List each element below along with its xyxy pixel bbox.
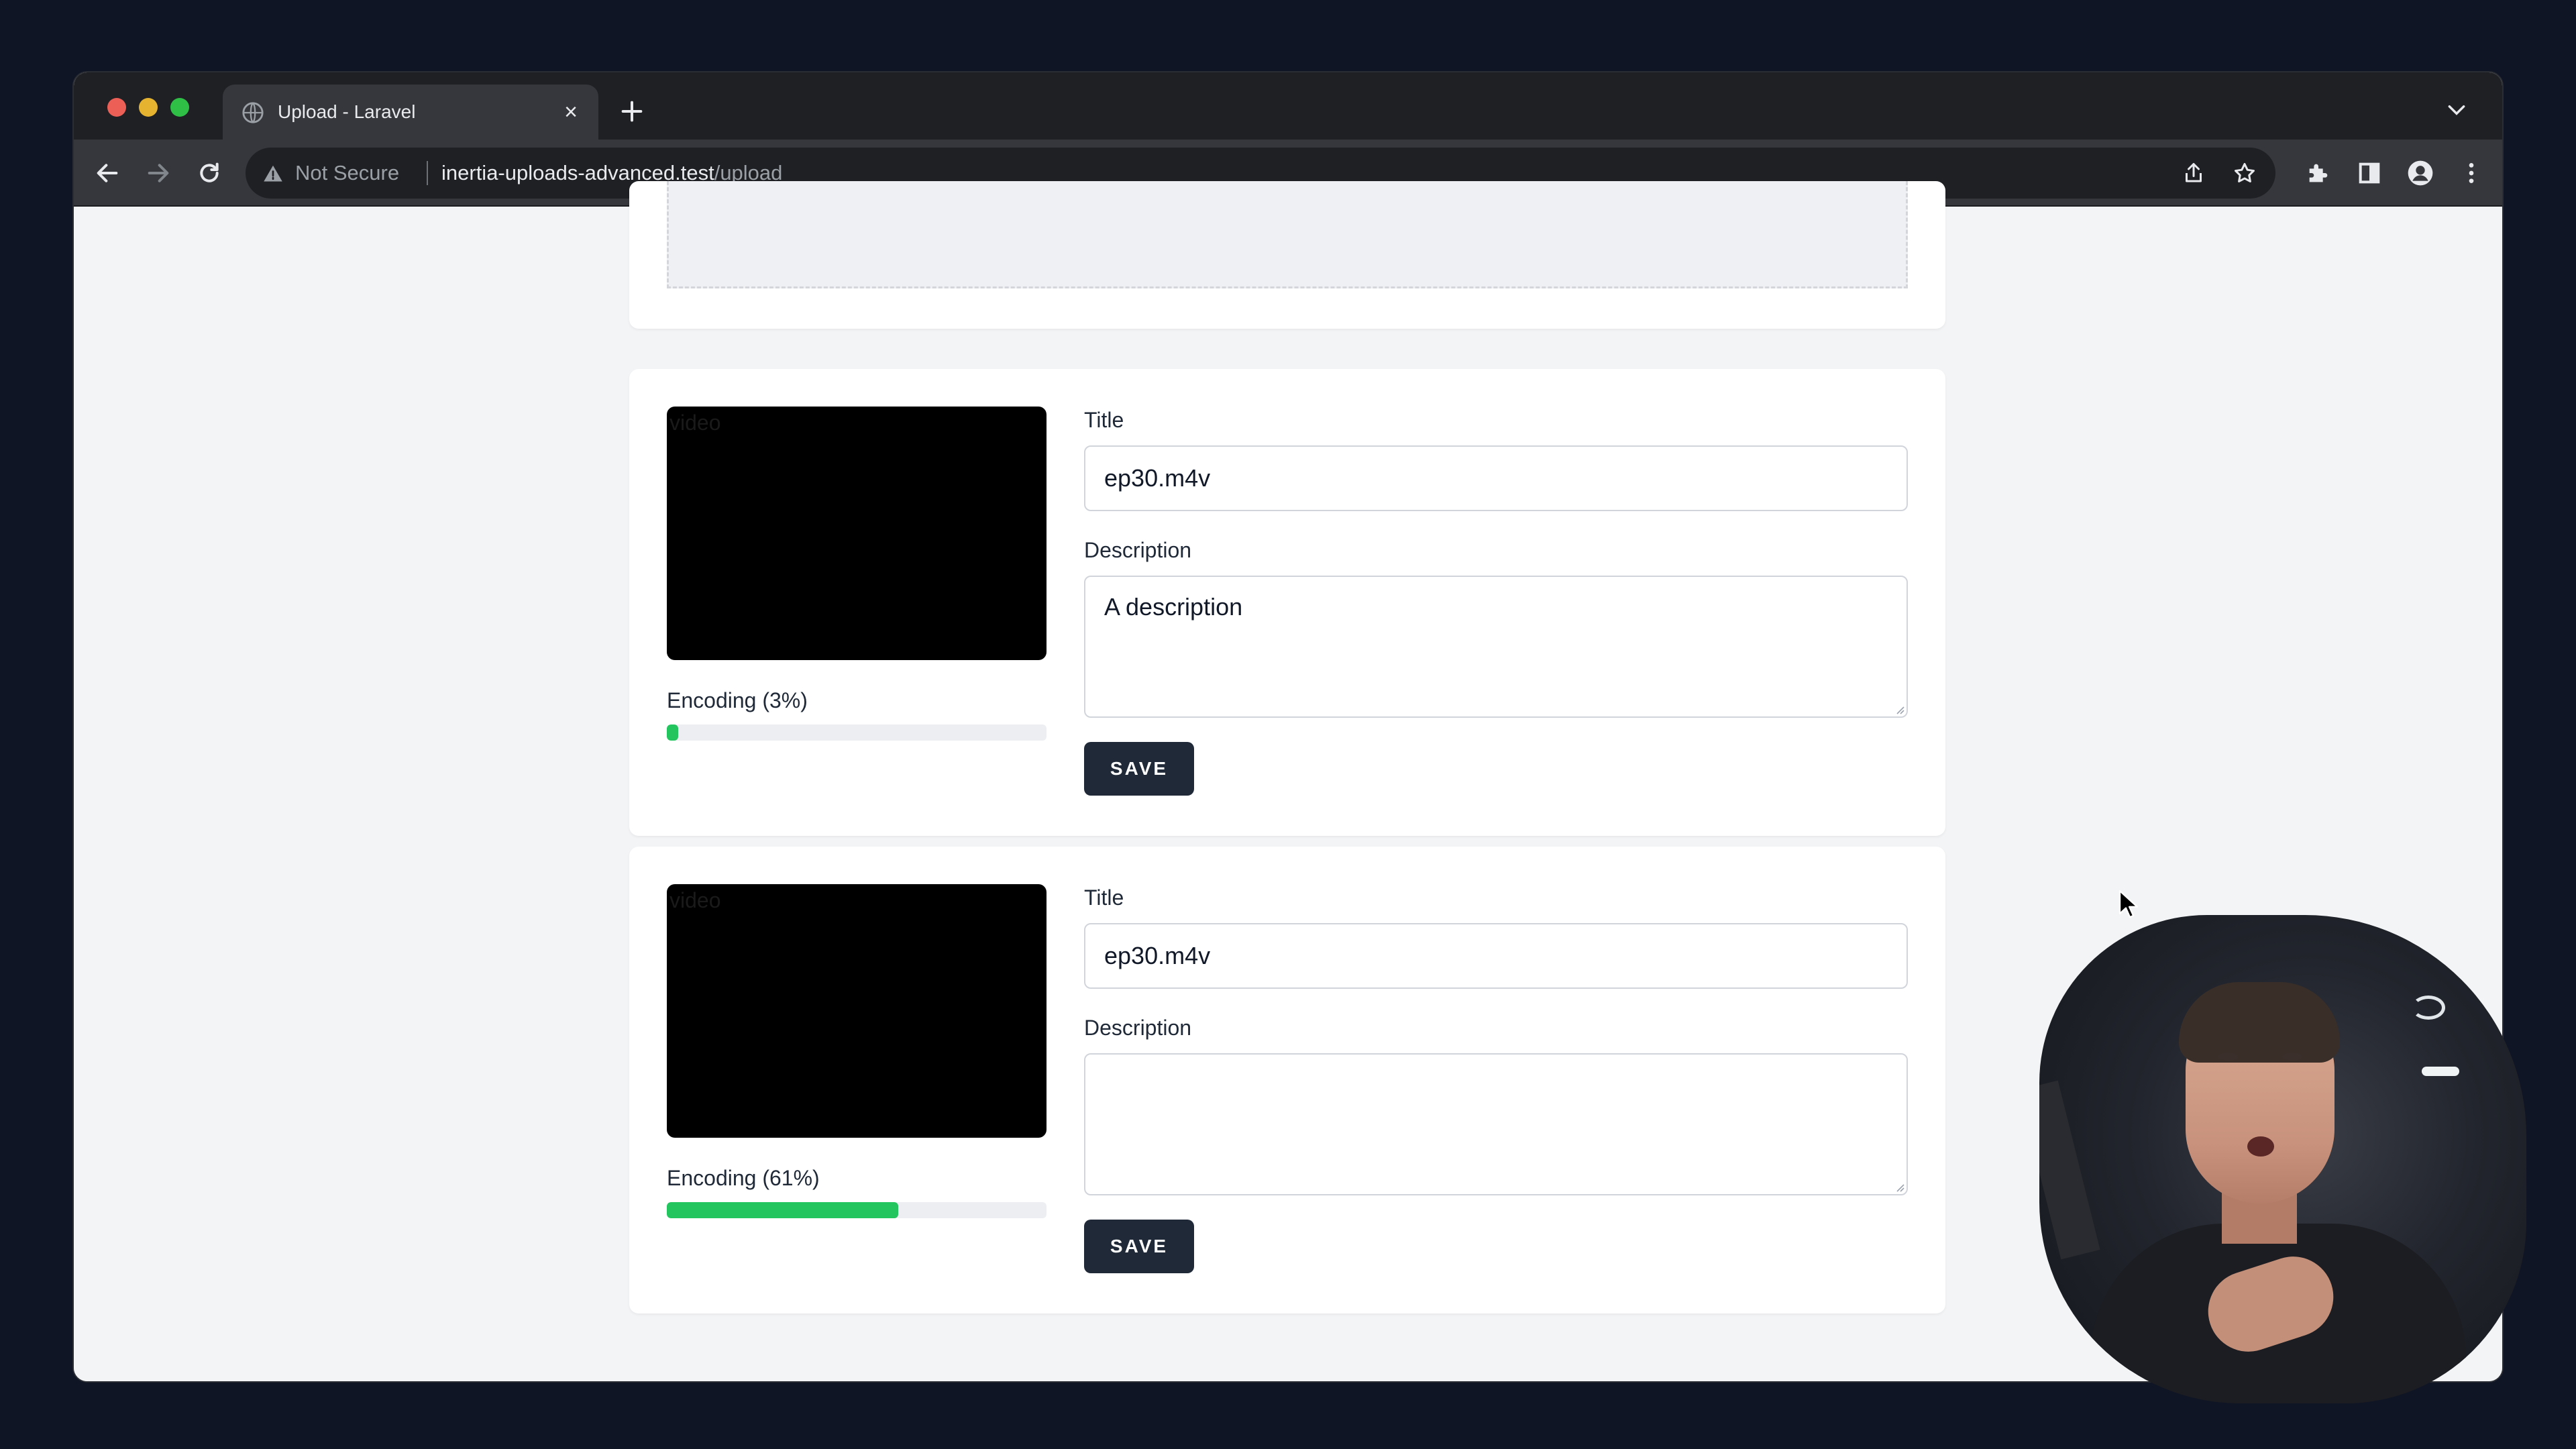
tab-upload[interactable]: Upload - Laravel ×: [223, 85, 598, 140]
presenter-hair: [2179, 982, 2340, 1063]
presenter-eye: [2282, 1053, 2302, 1061]
warning-icon: [264, 165, 282, 182]
video-player[interactable]: video: [667, 407, 1046, 660]
upload-card: video Encoding (61%) Title Description S…: [629, 847, 1945, 1313]
tab-strip: Upload - Laravel ×: [74, 72, 2502, 140]
security-indicator[interactable]: Not Secure: [295, 160, 399, 186]
close-tab-icon[interactable]: ×: [558, 99, 584, 125]
side-panel-icon[interactable]: [2356, 160, 2383, 186]
background-light: [2422, 1067, 2459, 1076]
encoding-progress-bar: [667, 724, 1046, 741]
back-arrow-icon[interactable]: [94, 160, 121, 186]
resize-grip-icon[interactable]: [1893, 703, 1905, 715]
mouse-cursor-icon: [2118, 890, 2139, 918]
share-icon[interactable]: [2182, 161, 2206, 185]
encoding-status: Encoding (3%): [667, 688, 808, 712]
webcam-overlay: [2039, 915, 2526, 1403]
video-placeholder-text: video: [669, 411, 721, 435]
title-input[interactable]: [1084, 445, 1908, 511]
encoding-status: Encoding (61%): [667, 1166, 820, 1190]
kebab-menu-icon[interactable]: [2458, 160, 2485, 186]
title-input[interactable]: [1084, 923, 1908, 989]
url-separator: [427, 161, 428, 185]
encoding-progress-fill: [667, 1202, 899, 1218]
encoding-progress-bar: [667, 1202, 1046, 1218]
description-label: Description: [1084, 1016, 1192, 1040]
maximize-window-button[interactable]: [170, 98, 189, 117]
chevron-down-icon[interactable]: [2446, 102, 2467, 118]
description-textarea[interactable]: [1084, 1053, 1908, 1195]
save-button[interactable]: SAVE: [1084, 742, 1194, 796]
extensions-puzzle-icon[interactable]: [2305, 160, 2332, 186]
close-window-button[interactable]: [107, 98, 126, 117]
presenter-eye: [2218, 1053, 2238, 1061]
upload-card: video Encoding (3%) Title Description A …: [629, 369, 1945, 836]
save-button[interactable]: SAVE: [1084, 1220, 1194, 1273]
reload-icon[interactable]: [196, 160, 223, 186]
minimize-window-button[interactable]: [139, 98, 158, 117]
description-label: Description: [1084, 538, 1192, 562]
encoding-progress-fill: [667, 724, 678, 741]
forward-arrow-icon[interactable]: [145, 160, 172, 186]
presenter-mouth: [2247, 1136, 2274, 1157]
video-player[interactable]: video: [667, 884, 1046, 1138]
new-tab-icon[interactable]: [619, 98, 645, 125]
upload-dropzone-card: [629, 181, 1945, 329]
globe-icon: [242, 102, 264, 123]
background-light: [2412, 996, 2445, 1020]
title-label: Title: [1084, 885, 1124, 910]
file-dropzone[interactable]: [667, 181, 1908, 288]
microphone-arm: [2039, 1080, 2100, 1260]
resize-grip-icon[interactable]: [1893, 1181, 1905, 1193]
bookmark-star-icon[interactable]: [2233, 161, 2257, 185]
profile-avatar-icon[interactable]: [2407, 160, 2434, 186]
title-label: Title: [1084, 408, 1124, 432]
tab-title: Upload - Laravel: [278, 101, 416, 122]
description-textarea[interactable]: A description: [1084, 576, 1908, 718]
video-placeholder-text: video: [669, 888, 721, 912]
